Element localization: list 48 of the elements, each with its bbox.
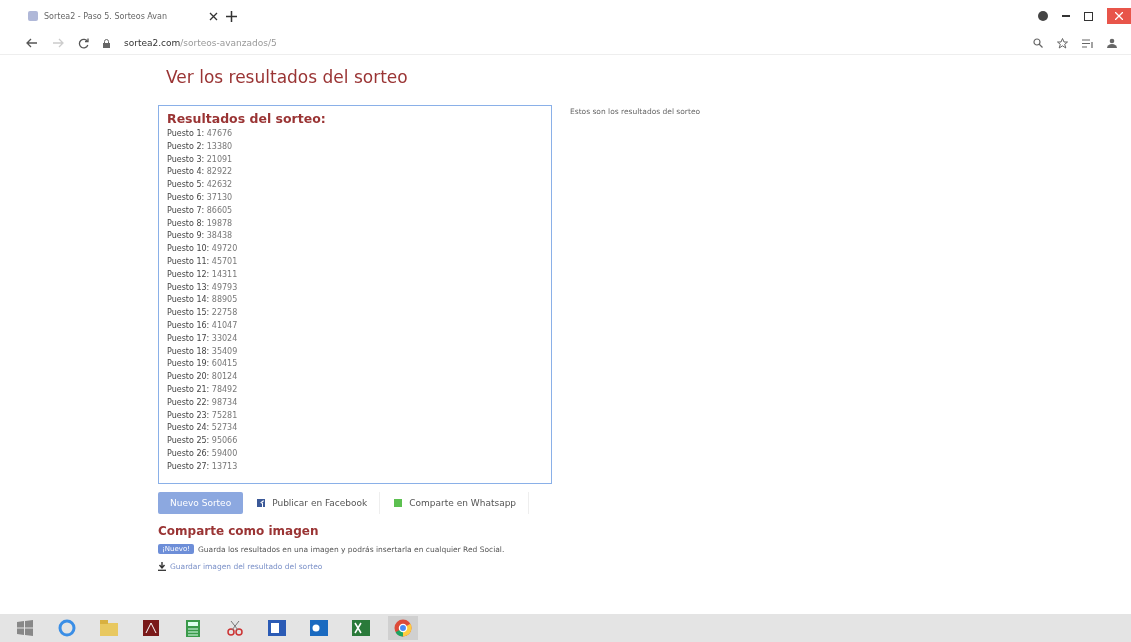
result-row-text: Puesto 2: 13380 [167,140,234,153]
profile-icon[interactable] [1038,11,1048,21]
person-icon[interactable] [1107,38,1117,48]
result-row-text: Puesto 15: 22758 [167,307,239,320]
facebook-icon [257,499,266,507]
result-row-text: Puesto 14: 88905 [167,294,239,307]
result-row-text: Puesto 13: 49793 [167,281,239,294]
result-row-text: Puesto 8: 19878 [167,217,234,230]
result-row-text: Puesto 24: 52734 [167,422,239,435]
restore-icon[interactable] [1084,11,1093,21]
result-row-text: Puesto 3: 21091 [167,153,234,166]
result-row-text: Puesto 26: 59400 [167,447,239,460]
result-row-text: Puesto 1: 47676 [167,128,234,140]
address-field[interactable]: sortea2.com/sorteos-avanzados/5 [124,38,277,48]
result-row-text: Puesto 16: 41047 [167,319,239,332]
page-heading: Ver los resultados del sorteo [166,67,409,87]
new-tab-icon[interactable] [226,10,237,22]
result-row-text: Puesto 12: 14311 [167,268,239,281]
result-row-text: Puesto 4: 82922 [167,166,234,179]
result-row-text: Puesto 17: 33024 [167,332,239,345]
browser-tab[interactable]: Sortea2 - Paso 5. Sorteos Avan [28,0,218,32]
star-icon[interactable] [1057,37,1068,49]
back-icon[interactable] [26,38,38,48]
lock-icon [103,38,110,48]
result-row-text: Puesto 11: 45701 [167,255,239,268]
result-row-text: Puesto 5: 42632 [167,179,234,192]
tab-title: Sortea2 - Paso 5. Sorteos Avan [44,11,168,21]
results-title: Resultados del sorteo: [167,111,327,126]
result-row-text: Puesto 18: 35409 [167,345,239,358]
result-row-text: Puesto 19: 60415 [167,358,239,371]
result-row-text: Puesto 6: 37130 [167,192,234,204]
section-heading: Comparte como imagen [158,524,320,538]
result-row-text: Puesto 7: 86605 [167,204,234,217]
whatsapp-icon [394,499,403,507]
result-row-text: Puesto 25: 95066 [167,435,239,448]
download-icon [158,562,166,571]
result-row-text: Puesto 22: 98734 [167,396,239,409]
playlist-icon[interactable] [1082,38,1093,48]
result-row-text: Puesto 10: 49720 [167,243,239,256]
result-row-text: Puesto 27: 13713 [167,460,239,473]
reload-icon[interactable] [78,37,89,49]
result-row-text: Puesto 20: 80124 [167,371,239,384]
chrome-icon[interactable] [388,616,418,640]
zoom-icon[interactable] [1033,38,1043,48]
result-row-text: Puesto 9: 38438 [167,230,234,243]
close-icon[interactable] [209,11,218,21]
result-row-text: Puesto 23: 75281 [167,409,239,422]
result-row-text: Puesto 21: 78492 [167,383,239,396]
